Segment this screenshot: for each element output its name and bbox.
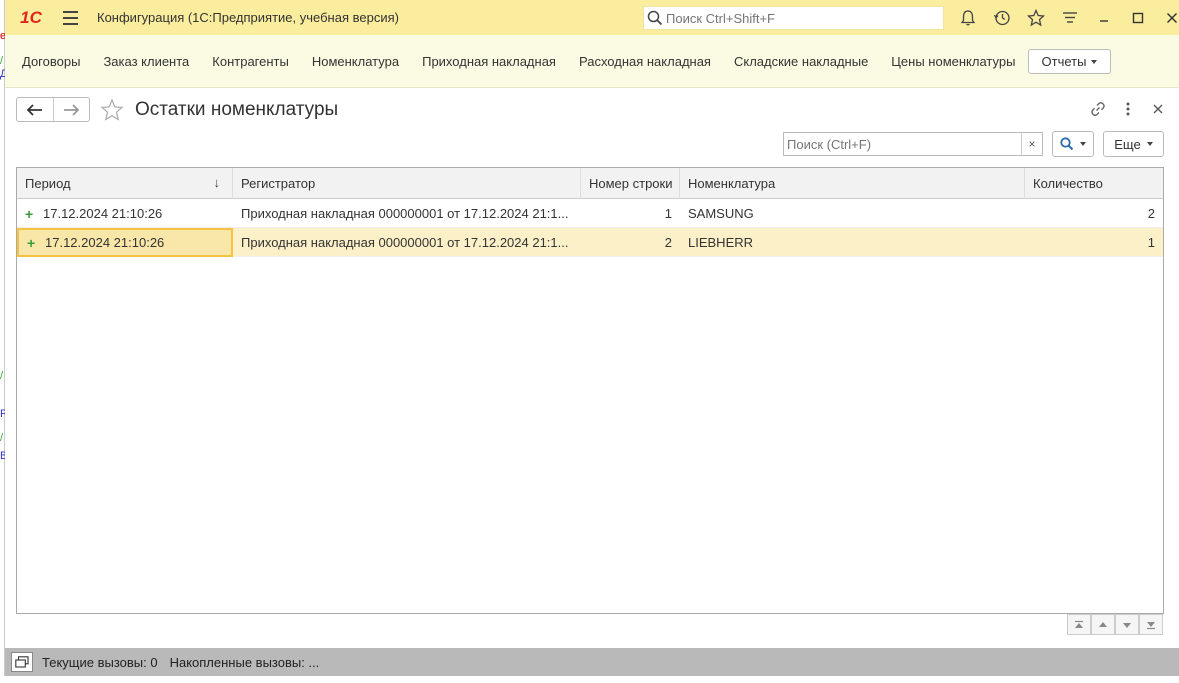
sections-panel: Договоры Заказ клиента Контрагенты Номен… (5, 35, 1179, 88)
scroll-down-button[interactable] (1115, 614, 1139, 635)
cell-nomenclature[interactable]: LIEBHERR (680, 228, 1025, 257)
close-form-icon[interactable] (1143, 98, 1173, 120)
plus-icon: + (25, 205, 34, 222)
scroll-bottom-button[interactable] (1139, 614, 1163, 635)
section-incoming-invoice[interactable]: Приходная накладная (422, 54, 556, 69)
global-search-input[interactable] (666, 10, 936, 26)
plus-icon: + (27, 234, 36, 251)
more-vertical-icon[interactable] (1113, 98, 1143, 120)
section-counterparties[interactable]: Контрагенты (212, 54, 289, 69)
minimize-icon[interactable] (1087, 5, 1121, 31)
chevron-down-icon (1091, 59, 1098, 64)
cell-period[interactable]: + 17.12.2024 21:10:26 (17, 199, 233, 228)
table-row[interactable]: + 17.12.2024 21:10:26 Приходная накладна… (17, 199, 1163, 228)
bottom-background-strip (0, 676, 1179, 683)
clear-search-button[interactable]: × (1021, 133, 1042, 155)
search-options-button[interactable] (1052, 131, 1094, 157)
cell-nomenclature[interactable]: SAMSUNG (680, 199, 1025, 228)
scroll-up-button[interactable] (1091, 614, 1115, 635)
star-icon[interactable] (1019, 5, 1053, 31)
column-header-period[interactable]: Период ↓ (17, 168, 233, 199)
main-menu-button[interactable] (63, 10, 85, 25)
cell-quantity[interactable]: 2 (1025, 199, 1163, 228)
history-icon[interactable] (985, 5, 1019, 31)
back-button[interactable] (17, 98, 53, 121)
list-form: Остатки номенклатуры × Еще Период ↓ Реги… (5, 89, 1179, 647)
performance-monitor-button[interactable] (11, 652, 33, 672)
navigation-buttons (16, 97, 90, 122)
section-customer-order[interactable]: Заказ клиента (103, 54, 189, 69)
title-bar: 1С Конфигурация (1С:Предприятие, учебная… (5, 0, 1179, 35)
section-contracts[interactable]: Договоры (22, 54, 80, 69)
cell-registrator[interactable]: Приходная накладная 000000001 от 17.12.2… (233, 199, 581, 228)
reports-label: Отчеты (1041, 54, 1087, 69)
app-title: Конфигурация (1С:Предприятие, учебная ве… (97, 10, 399, 25)
scroll-top-icon (1075, 620, 1083, 628)
app-logo: 1С (20, 7, 42, 27)
cell-line-number[interactable]: 1 (581, 199, 680, 228)
cell-period[interactable]: + 17.12.2024 21:10:26 (17, 228, 233, 257)
list-search-input[interactable] (784, 133, 1021, 155)
global-search-box[interactable] (643, 6, 944, 30)
link-icon[interactable] (1083, 98, 1113, 120)
cell-registrator[interactable]: Приходная накладная 000000001 от 17.12.2… (233, 228, 581, 257)
reports-button[interactable]: Отчеты (1028, 49, 1111, 74)
forward-button[interactable] (52, 98, 90, 121)
page-title: Остатки номенклатуры (135, 99, 339, 120)
chevron-down-icon (1080, 142, 1086, 146)
table-header: Период ↓ Регистратор Номер строки Номенк… (17, 168, 1163, 199)
current-calls-text: Текущие вызовы: 0 (42, 654, 158, 670)
column-header-line-number[interactable]: Номер строки (581, 168, 680, 199)
scroll-top-button[interactable] (1067, 614, 1091, 635)
cell-line-number[interactable]: 2 (581, 228, 680, 257)
menu-lines-icon[interactable] (1053, 5, 1087, 31)
section-outgoing-invoice[interactable]: Расходная накладная (579, 54, 711, 69)
windows-icon (15, 656, 29, 668)
scroll-up-icon (1099, 621, 1107, 627)
column-header-nomenclature[interactable]: Номенклатура (680, 168, 1025, 199)
cell-quantity[interactable]: 1 (1025, 228, 1163, 257)
bell-icon[interactable] (951, 5, 985, 31)
column-header-quantity[interactable]: Количество (1025, 168, 1163, 199)
section-nomenclature-prices[interactable]: Цены номенклатуры (891, 54, 1015, 69)
list-search-box: × (783, 132, 1043, 156)
search-icon (644, 10, 666, 26)
table-scroll-buttons (1067, 614, 1163, 635)
accumulated-calls-text: Накопленные вызовы: ... (169, 654, 320, 670)
chevron-down-icon (1146, 142, 1153, 146)
search-icon (1060, 137, 1074, 151)
more-button[interactable]: Еще (1103, 131, 1164, 157)
sort-down-icon: ↓ (213, 175, 221, 190)
maximize-icon[interactable] (1121, 5, 1155, 31)
close-icon[interactable] (1155, 5, 1179, 31)
arrow-right-icon (64, 103, 80, 116)
table-row-selected[interactable]: + 17.12.2024 21:10:26 Приходная накладна… (17, 228, 1163, 257)
column-header-registrator[interactable]: Регистратор (233, 168, 581, 199)
scroll-down-icon (1123, 622, 1131, 628)
arrow-left-icon (26, 103, 42, 116)
more-label: Еще (1114, 136, 1141, 152)
scroll-bottom-icon (1147, 621, 1155, 629)
favorite-star-icon[interactable] (100, 98, 124, 122)
section-warehouse-invoices[interactable]: Складские накладные (734, 54, 868, 69)
status-bar: Текущие вызовы: 0 Накопленные вызовы: ..… (5, 648, 1179, 676)
section-nomenclature[interactable]: Номенклатура (312, 54, 399, 69)
data-table: Период ↓ Регистратор Номер строки Номенк… (16, 167, 1164, 614)
